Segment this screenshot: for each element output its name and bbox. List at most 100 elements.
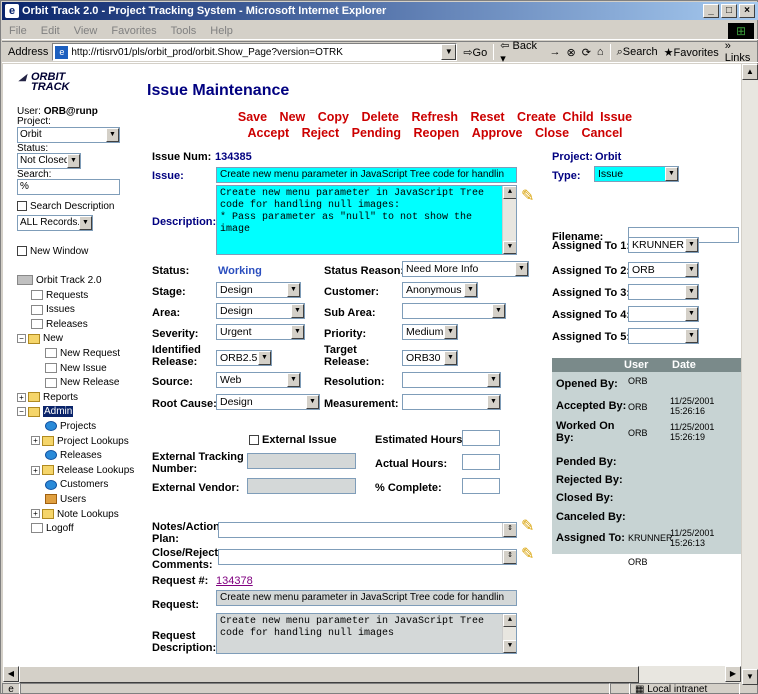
create-child-issue-link[interactable]: Create Child Issue xyxy=(514,110,635,124)
tree-item-releases[interactable]: Releases xyxy=(17,318,134,333)
request-num-link[interactable]: 134378 xyxy=(216,575,253,587)
scroll-right-icon[interactable]: ▶ xyxy=(725,666,741,682)
tree-item-new-release[interactable]: New Release xyxy=(17,376,134,391)
records-select[interactable]: ALL Records... ▼ xyxy=(17,215,93,231)
assigned-to-4-select[interactable]: ▼ xyxy=(628,306,699,322)
note-icon[interactable]: ✎ xyxy=(521,545,541,565)
assigned-to-5-select[interactable]: ▼ xyxy=(628,328,699,344)
tree-root[interactable]: Orbit Track 2.0 xyxy=(17,274,134,289)
tree-item-admin-releases[interactable]: Releases xyxy=(17,449,134,464)
menu-view[interactable]: View xyxy=(67,25,105,37)
issue-input[interactable]: Create new menu parameter in JavaScript … xyxy=(216,167,517,183)
save-link[interactable]: Save xyxy=(235,110,270,124)
delete-link[interactable]: Delete xyxy=(358,110,402,124)
tree-item-admin[interactable]: − Admin xyxy=(17,405,134,420)
refresh-icon[interactable]: ⟳ xyxy=(582,46,591,59)
collapse-icon[interactable]: − xyxy=(17,334,26,344)
customer-select[interactable]: Anonymous ▼ xyxy=(402,282,478,298)
favorites-button[interactable]: ★Favorites xyxy=(664,46,719,59)
pending-link[interactable]: Pending xyxy=(349,126,404,140)
root-cause-select[interactable]: Design ▼ xyxy=(216,394,320,410)
measurement-select[interactable]: ▼ xyxy=(402,394,501,410)
menu-help[interactable]: Help xyxy=(203,25,240,37)
tree-item-new[interactable]: − New xyxy=(17,332,134,347)
estimated-hours-input[interactable] xyxy=(462,430,500,446)
links-button[interactable]: » Links xyxy=(725,40,758,64)
scroll-left-icon[interactable]: ◀ xyxy=(3,666,19,682)
external-issue-checkbox[interactable]: External Issue xyxy=(249,434,337,446)
identified-release-select[interactable]: ORB2.5 ▼ xyxy=(216,350,272,366)
type-select[interactable]: Issue ▼ xyxy=(594,166,679,182)
expand-icon[interactable]: + xyxy=(31,509,40,519)
source-select[interactable]: Web ▼ xyxy=(216,372,301,388)
menu-tools[interactable]: Tools xyxy=(164,25,204,37)
page-horizontal-scrollbar[interactable]: ◀ ▶ xyxy=(3,666,741,683)
actual-hours-input[interactable] xyxy=(462,454,500,470)
assigned-to-3-select[interactable]: ▼ xyxy=(628,284,699,300)
tree-item-projects[interactable]: Projects xyxy=(17,420,134,435)
request-description-textarea[interactable]: Create new menu parameter in JavaScript … xyxy=(216,613,517,654)
tree-item-note-lookups[interactable]: + Note Lookups xyxy=(17,508,134,523)
stop-icon[interactable]: ⊗ xyxy=(566,46,575,59)
copy-link[interactable]: Copy xyxy=(315,110,352,124)
forward-button[interactable]: → xyxy=(549,46,560,58)
status-reason-select[interactable]: Need More Info ▼ xyxy=(402,261,529,277)
go-button[interactable]: ⇨Go xyxy=(463,46,487,59)
tree-item-new-request[interactable]: New Request xyxy=(17,347,134,362)
target-release-select[interactable]: ORB30 ▼ xyxy=(402,350,458,366)
new-window-checkbox[interactable]: New Window xyxy=(17,246,88,257)
reject-link[interactable]: Reject xyxy=(299,126,343,140)
search-input[interactable]: % xyxy=(17,179,120,195)
expand-icon[interactable]: + xyxy=(31,436,40,446)
close-button[interactable]: × xyxy=(739,4,755,18)
menu-file[interactable]: File xyxy=(2,25,34,37)
description-textarea[interactable]: Create new menu parameter in JavaScript … xyxy=(216,185,517,255)
external-vendor-input[interactable] xyxy=(247,478,356,494)
page-vertical-scrollbar[interactable]: ▲ ▼ xyxy=(742,64,758,685)
tree-item-issues[interactable]: Issues xyxy=(17,303,134,318)
textarea-scrollbar[interactable]: ⇕ xyxy=(502,523,516,537)
close-link[interactable]: Close xyxy=(532,126,572,140)
menu-edit[interactable]: Edit xyxy=(34,25,67,37)
tree-item-logoff[interactable]: Logoff xyxy=(17,522,134,537)
search-button[interactable]: ⌕Search xyxy=(617,46,658,59)
expand-icon[interactable]: + xyxy=(17,392,26,402)
collapse-icon[interactable]: − xyxy=(17,407,26,417)
scroll-up-icon[interactable]: ▲ xyxy=(742,64,758,80)
close-reject-textarea[interactable]: ⇕ xyxy=(218,549,517,565)
address-dropdown-icon[interactable]: ▼ xyxy=(441,44,457,60)
tree-item-project-lookups[interactable]: + Project Lookups xyxy=(17,435,134,450)
note-icon[interactable]: ✎ xyxy=(521,187,541,207)
refresh-link[interactable]: Refresh xyxy=(408,110,461,124)
assigned-to-2-select[interactable]: ORB ▼ xyxy=(628,262,699,278)
assigned-to-1-select[interactable]: KRUNNER ▼ xyxy=(628,237,699,253)
scroll-thumb[interactable] xyxy=(19,666,639,683)
external-tracking-input[interactable] xyxy=(247,453,356,469)
tree-item-release-lookups[interactable]: + Release Lookups xyxy=(17,464,134,479)
menu-favorites[interactable]: Favorites xyxy=(104,25,163,37)
textarea-scrollbar[interactable]: ⇕ xyxy=(502,550,516,564)
maximize-button[interactable]: □ xyxy=(721,4,737,18)
expand-icon[interactable]: + xyxy=(31,465,40,475)
accept-link[interactable]: Accept xyxy=(244,126,292,140)
reset-link[interactable]: Reset xyxy=(468,110,508,124)
status-select[interactable]: Not Closed ▼ xyxy=(17,153,81,169)
approve-link[interactable]: Approve xyxy=(469,126,526,140)
tree-item-new-issue[interactable]: New Issue xyxy=(17,362,134,377)
tree-item-customers[interactable]: Customers xyxy=(17,478,134,493)
severity-select[interactable]: Urgent ▼ xyxy=(216,324,305,340)
home-icon[interactable]: ⌂ xyxy=(597,46,604,58)
reopen-link[interactable]: Reopen xyxy=(410,126,462,140)
note-icon[interactable]: ✎ xyxy=(521,517,541,537)
resolution-select[interactable]: ▼ xyxy=(402,372,501,388)
sub-area-select[interactable]: ▼ xyxy=(402,303,506,319)
tree-item-requests[interactable]: Requests xyxy=(17,289,134,304)
tree-item-reports[interactable]: + Reports xyxy=(17,391,134,406)
stage-select[interactable]: Design ▼ xyxy=(216,282,301,298)
area-select[interactable]: Design ▼ xyxy=(216,303,305,319)
priority-select[interactable]: Medium ▼ xyxy=(402,324,458,340)
project-select[interactable]: Orbit ▼ xyxy=(17,127,120,143)
tree-item-users[interactable]: Users xyxy=(17,493,134,508)
cancel-link[interactable]: Cancel xyxy=(579,126,626,140)
search-description-checkbox[interactable]: Search Description xyxy=(17,201,114,212)
